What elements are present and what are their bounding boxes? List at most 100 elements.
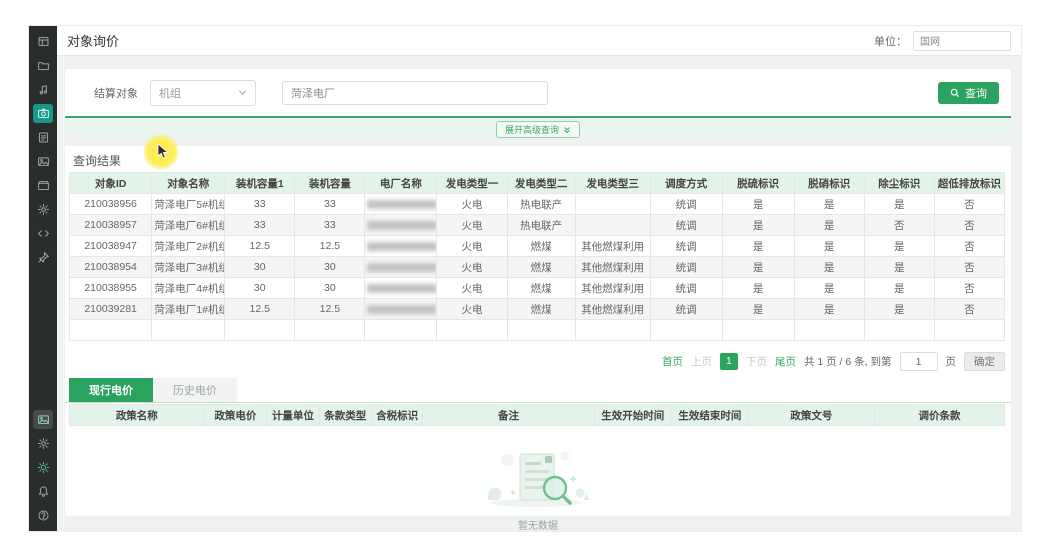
table-row[interactable]: 210038957菏泽电厂6#机组3333火电热电联产统调是是否否 <box>70 215 1005 236</box>
tabs-divider <box>65 402 1011 403</box>
cell: 是 <box>794 278 864 299</box>
inquiry-icon[interactable] <box>33 104 53 123</box>
settings-icon[interactable] <box>33 434 53 453</box>
sidebar <box>29 26 57 531</box>
cell <box>365 320 437 341</box>
results-column-header: 发电类型一 <box>437 173 507 194</box>
table-row[interactable]: 210038954菏泽电厂3#机组3030火电燃煤其他燃煤利用统调是是是否 <box>70 257 1005 278</box>
search-icon <box>950 88 960 98</box>
unit-label: 单位： <box>874 33 907 49</box>
cell: 210039281 <box>70 299 152 320</box>
table-row[interactable]: 210038955菏泽电厂4#机组3030火电燃煤其他燃煤利用统调是是是否 <box>70 278 1005 299</box>
code-icon[interactable] <box>33 224 53 243</box>
cell: 统调 <box>650 278 722 299</box>
tab-history-price[interactable]: 历史电价 <box>153 378 237 402</box>
archive-icon[interactable] <box>33 176 53 195</box>
cell <box>794 320 864 341</box>
cell: 33 <box>225 194 295 215</box>
cell: 是 <box>864 257 934 278</box>
pagination-current-page[interactable]: 1 <box>720 353 738 370</box>
cell-plant-name <box>365 299 437 320</box>
ledger-icon[interactable] <box>33 128 53 147</box>
cell: 菏泽电厂3#机组 <box>152 257 225 278</box>
pin-icon[interactable] <box>33 248 53 267</box>
cell: 菏泽电厂1#机组 <box>152 299 225 320</box>
filter-label: 结算对象 <box>94 85 138 101</box>
results-header-row: 对象ID对象名称装机容量1装机容量电厂名称发电类型一发电类型二发电类型三调度方式… <box>70 173 1005 194</box>
cell: 火电 <box>437 257 507 278</box>
pagination-first[interactable]: 首页 <box>662 354 683 369</box>
search-button[interactable]: 查询 <box>938 82 999 104</box>
unit-input[interactable] <box>913 31 1011 51</box>
gear-icon[interactable] <box>33 200 53 219</box>
object-type-select[interactable]: 机组 <box>150 80 256 106</box>
results-column-header: 除尘标识 <box>864 173 934 194</box>
plant-name-redacted <box>367 305 436 314</box>
tab-current-price[interactable]: 现行电价 <box>69 378 153 402</box>
expand-advanced-search-button[interactable]: 展开高级查询 <box>496 121 580 138</box>
cell <box>934 320 1004 341</box>
pagination-prev[interactable]: 上页 <box>691 354 712 369</box>
empty-state-text: 暂无数据 <box>65 517 1011 532</box>
advanced-search-strip: 展开高级查询 <box>65 120 1011 138</box>
plant-name-redacted <box>367 221 436 230</box>
cell <box>70 320 152 341</box>
brightness-icon[interactable] <box>33 458 53 477</box>
cell: 是 <box>864 278 934 299</box>
music-note-icon[interactable] <box>33 80 53 99</box>
workbench-icon[interactable] <box>33 32 53 51</box>
price-table: 政策名称政策电价计量单位条款类型含税标识备注生效开始时间生效结束时间政策文号调价… <box>69 404 1005 426</box>
results-column-header: 发电类型三 <box>575 173 650 194</box>
pagination-last[interactable]: 尾页 <box>775 354 796 369</box>
price-column-header: 政策电价 <box>204 405 267 426</box>
results-column-header: 脱硝标识 <box>794 173 864 194</box>
results-panel: 查询结果 对象ID对象名称装机容量1装机容量电厂名称发电类型一发电类型二发电类型… <box>65 146 1011 516</box>
plant-name-redacted <box>367 263 436 272</box>
cell: 30 <box>295 257 365 278</box>
help-icon[interactable] <box>33 506 53 525</box>
cell: 210038954 <box>70 257 152 278</box>
page-title: 对象询价 <box>67 31 119 50</box>
cell <box>152 320 225 341</box>
price-column-header: 计量单位 <box>267 405 319 426</box>
cell: 是 <box>722 194 794 215</box>
cell: 统调 <box>650 236 722 257</box>
results-table: 对象ID对象名称装机容量1装机容量电厂名称发电类型一发电类型二发电类型三调度方式… <box>69 172 1005 341</box>
cell: 是 <box>794 215 864 236</box>
app-window: 对象询价 单位： 结算对象 机组 查询 <box>28 25 1022 532</box>
plant-name-redacted <box>367 242 436 251</box>
main-area: 对象询价 单位： 结算对象 机组 查询 <box>57 26 1021 531</box>
cell <box>575 320 650 341</box>
cell: 其他燃煤利用 <box>575 278 650 299</box>
pagination-confirm-button[interactable]: 确定 <box>964 352 1005 371</box>
table-row[interactable]: 210039281菏泽电厂1#机组12.512.5火电燃煤其他燃煤利用统调是是是… <box>70 299 1005 320</box>
pagination-next[interactable]: 下页 <box>746 354 767 369</box>
cell: 燃煤 <box>507 299 575 320</box>
sidebar-top-icons <box>33 32 53 267</box>
cell: 是 <box>794 257 864 278</box>
cell: 33 <box>295 215 365 236</box>
results-column-header: 超低排放标识 <box>934 173 1004 194</box>
pagination-goto-input[interactable] <box>900 352 938 371</box>
cell: 12.5 <box>295 236 365 257</box>
cell-plant-name <box>365 194 437 215</box>
cell: 其他燃煤利用 <box>575 299 650 320</box>
cell: 是 <box>794 194 864 215</box>
table-row[interactable]: 210038947菏泽电厂2#机组12.512.5火电燃煤其他燃煤利用统调是是是… <box>70 236 1005 257</box>
cell: 210038956 <box>70 194 152 215</box>
cell: 是 <box>864 299 934 320</box>
report-icon[interactable] <box>33 152 53 171</box>
cell: 是 <box>722 299 794 320</box>
cell: 统调 <box>650 215 722 236</box>
filter-card: 结算对象 机组 查询 <box>65 69 1011 118</box>
results-column-header: 调度方式 <box>650 173 722 194</box>
folder-icon[interactable] <box>33 56 53 75</box>
bell-icon[interactable] <box>33 482 53 501</box>
gallery-icon[interactable] <box>33 410 53 429</box>
table-row[interactable]: 210038956菏泽电厂5#机组3333火电热电联产统调是是是否 <box>70 194 1005 215</box>
cell-plant-name <box>365 278 437 299</box>
keyword-input[interactable] <box>282 81 548 105</box>
price-column-header: 备注 <box>423 405 594 426</box>
unit-field: 单位： <box>874 31 1011 51</box>
results-title: 查询结果 <box>73 152 121 169</box>
